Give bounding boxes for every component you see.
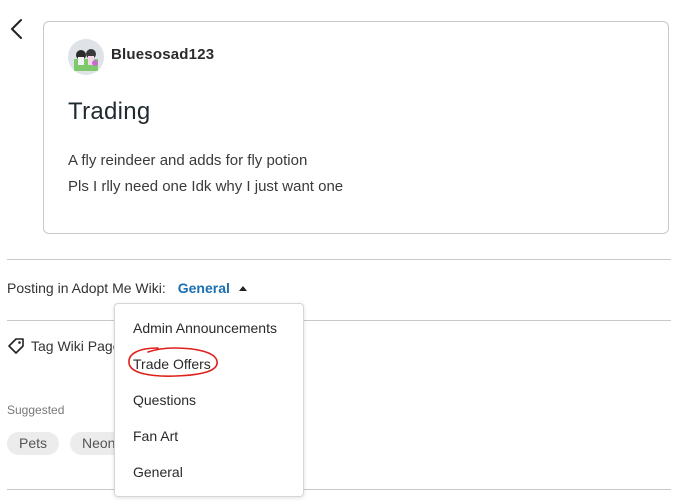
category-dropdown-menu: Admin Announcements Trade Offers Questio… (114, 303, 304, 497)
post-editor-screen: Bluesosad123 Trading A fly reindeer and … (0, 0, 682, 502)
post-author-username[interactable]: Bluesosad123 (111, 46, 214, 63)
dropdown-item-admin-announcements[interactable]: Admin Announcements (133, 320, 277, 336)
divider (7, 259, 671, 260)
posting-in-row: Posting in Adopt Me Wiki: General (7, 280, 247, 296)
post-preview-card: Bluesosad123 Trading A fly reindeer and … (43, 21, 669, 234)
tag-icon (8, 338, 24, 354)
dropdown-item-questions[interactable]: Questions (133, 392, 196, 408)
category-selected-value: General (177, 280, 230, 296)
suggested-chip-pets[interactable]: Pets (7, 432, 60, 455)
divider (7, 320, 671, 321)
post-body[interactable]: A fly reindeer and adds for fly potion P… (68, 148, 343, 200)
post-body-line: A fly reindeer and adds for fly potion (68, 152, 308, 169)
category-select[interactable]: General (178, 280, 247, 296)
post-body-line: Pls I rlly need one Idk why I just want … (68, 178, 344, 195)
post-title[interactable]: Trading (68, 98, 151, 126)
chevron-left-icon (11, 19, 22, 39)
avatar (68, 39, 104, 75)
tag-wiki-page-button[interactable]: Tag Wiki Page (7, 337, 120, 355)
divider (7, 489, 671, 490)
caret-up-icon (238, 285, 247, 291)
tag-wiki-page-label: Tag Wiki Page (31, 338, 121, 354)
posting-in-label: Posting in Adopt Me Wiki: (7, 280, 166, 296)
dropdown-item-trade-offers[interactable]: Trade Offers (133, 356, 211, 372)
suggested-label: Suggested (7, 403, 65, 417)
dropdown-item-fan-art[interactable]: Fan Art (133, 428, 178, 444)
dropdown-item-general[interactable]: General (133, 464, 183, 480)
back-button[interactable] (6, 16, 28, 42)
